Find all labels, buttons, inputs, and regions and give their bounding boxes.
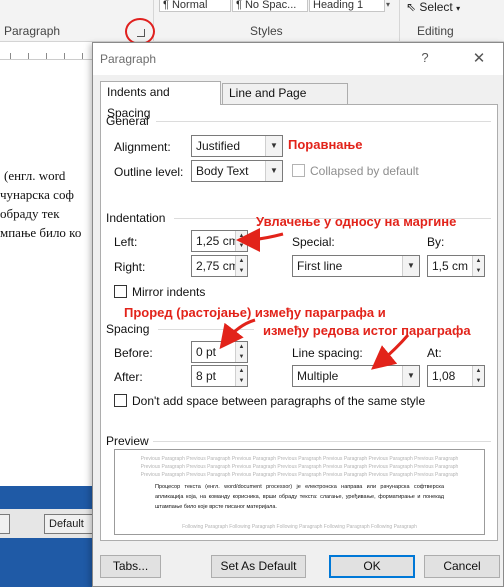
spin-down-icon[interactable]: ▼ <box>236 241 247 251</box>
dialog-titlebar[interactable]: Paragraph ? ✕ <box>93 43 503 75</box>
alignment-select[interactable]: Justified ▼ <box>191 135 283 157</box>
ruler <box>0 43 92 60</box>
spin-up-icon[interactable]: ▲ <box>236 366 247 376</box>
by-stepper[interactable]: 1,5 cm ▲ ▼ <box>427 255 485 277</box>
mirror-indents-label: Mirror indents <box>132 285 206 299</box>
group-label-editing: Editing <box>417 24 454 38</box>
spin-up-icon[interactable]: ▲ <box>236 342 247 352</box>
spin-down-icon[interactable]: ▼ <box>236 376 247 386</box>
divider <box>158 329 254 330</box>
group-label-styles: Styles <box>250 24 283 38</box>
annotation-alignment: Поравнање <box>288 137 363 152</box>
close-icon[interactable]: ✕ <box>467 49 491 69</box>
dont-add-space-label: Don't add space between paragraphs of th… <box>132 394 426 408</box>
spin-up-icon[interactable]: ▲ <box>473 256 484 266</box>
chevron-down-icon: ▾ <box>456 4 461 13</box>
spin-down-icon[interactable]: ▼ <box>473 266 484 276</box>
group-label-paragraph: Paragraph <box>4 24 61 38</box>
before-stepper[interactable]: 0 pt ▲ ▼ <box>191 341 248 363</box>
ok-button[interactable]: OK <box>329 555 415 578</box>
before-label: Before: <box>114 346 153 360</box>
tab-line-and-page-breaks[interactable]: Line and Page Breaks <box>222 83 348 119</box>
style-heading-1[interactable]: Heading 1 <box>309 0 385 12</box>
special-select[interactable]: First line ▼ <box>292 255 420 277</box>
line-spacing-select[interactable]: Multiple ▼ <box>292 365 420 387</box>
preview-previous-paragraph: Previous Paragraph Previous Paragraph Pr… <box>140 464 459 470</box>
left-indent-stepper[interactable]: 1,25 cm ▲ ▼ <box>191 230 248 252</box>
after-label: After: <box>114 370 143 384</box>
section-heading-preview: Preview <box>106 434 149 448</box>
outline-level-select[interactable]: Body Text ▼ <box>191 160 283 182</box>
collapsed-by-default-label: Collapsed by default <box>310 164 419 178</box>
alignment-label: Alignment: <box>114 140 171 154</box>
highlight-circle <box>125 18 155 45</box>
document-text: (енгл. word чунарска соф обраду тек мпањ… <box>0 166 92 242</box>
tabs-button[interactable]: Tabs... <box>100 555 161 578</box>
spin-up-icon[interactable]: ▲ <box>236 231 247 241</box>
preview-following-paragraph: Following Paragraph Following Paragraph … <box>182 524 417 530</box>
document-line: мпање било ко <box>0 225 82 240</box>
set-as-default-button[interactable]: Set As Default <box>211 555 306 578</box>
preview-sample-paragraph: Процесор текста (енгл. word/document pro… <box>155 484 444 510</box>
mirror-indents-checkbox[interactable] <box>114 285 127 298</box>
chevron-down-icon: ▼ <box>402 366 419 386</box>
style-no-spacing[interactable]: ¶ No Spac... <box>232 0 308 12</box>
dialog-title: Paragraph <box>100 52 157 66</box>
spin-down-icon[interactable]: ▼ <box>236 352 247 362</box>
background-default-button[interactable]: Default <box>44 514 94 534</box>
document-page[interactable] <box>0 43 92 488</box>
paragraph-dialog: Paragraph ? ✕ Indents and Spacing Line a… <box>92 42 504 587</box>
divider <box>156 121 491 122</box>
outline-level-label: Outline level: <box>114 165 184 179</box>
spin-up-icon[interactable]: ▲ <box>473 366 484 376</box>
at-stepper[interactable]: 1,08 ▲ ▼ <box>427 365 485 387</box>
preview-previous-paragraph: Previous Paragraph Previous Paragraph Pr… <box>140 472 459 478</box>
cancel-button[interactable]: Cancel <box>424 555 500 578</box>
background-button[interactable] <box>0 514 10 534</box>
ribbon: ¶ Normal ¶ No Spac... Heading 1 ▾ ⇖ Sele… <box>0 0 504 45</box>
by-label: By: <box>427 235 445 249</box>
at-label: At: <box>427 346 442 360</box>
divider <box>153 441 491 442</box>
annotation-indentation: Увлачење у односу на маргине <box>256 214 457 229</box>
dont-add-space-checkbox[interactable] <box>114 394 127 407</box>
left-indent-label: Left: <box>114 235 138 249</box>
line-spacing-label: Line spacing: <box>292 346 363 360</box>
after-stepper[interactable]: 8 pt ▲ ▼ <box>191 365 248 387</box>
document-line: обраду тек <box>0 206 60 221</box>
divider <box>399 0 400 42</box>
tab-indents-and-spacing[interactable]: Indents and Spacing <box>100 81 221 120</box>
spin-down-icon[interactable]: ▼ <box>236 266 247 276</box>
preview-previous-paragraph: Previous Paragraph Previous Paragraph Pr… <box>140 456 459 462</box>
help-icon[interactable]: ? <box>413 50 437 68</box>
chevron-down-icon: ▼ <box>402 256 419 276</box>
spin-up-icon[interactable]: ▲ <box>236 256 247 266</box>
style-normal[interactable]: ¶ Normal <box>159 0 231 12</box>
annotation-spacing-line2: између редова истог параграфа <box>263 323 471 338</box>
document-line: (енгл. word <box>4 168 66 183</box>
right-indent-stepper[interactable]: 2,75 cm ▲ ▼ <box>191 255 248 277</box>
collapsed-by-default-checkbox[interactable] <box>292 164 305 177</box>
styles-more-icon[interactable]: ▾ <box>386 0 396 12</box>
right-indent-label: Right: <box>114 260 146 274</box>
section-heading-indentation: Indentation <box>106 211 166 225</box>
chevron-down-icon: ▼ <box>265 136 282 156</box>
section-heading-spacing: Spacing <box>106 322 150 336</box>
document-line: чунарска соф <box>0 187 74 202</box>
preview-box: Previous Paragraph Previous Paragraph Pr… <box>114 449 485 535</box>
special-label: Special: <box>292 235 335 249</box>
annotation-spacing-line1: Проред (растојање) између параграфа и <box>124 305 386 320</box>
chevron-down-icon: ▼ <box>265 161 282 181</box>
select-button[interactable]: ⇖ Select ▾ <box>406 0 460 14</box>
cursor-arrow-icon: ⇖ <box>406 0 417 14</box>
spin-down-icon[interactable]: ▼ <box>473 376 484 386</box>
